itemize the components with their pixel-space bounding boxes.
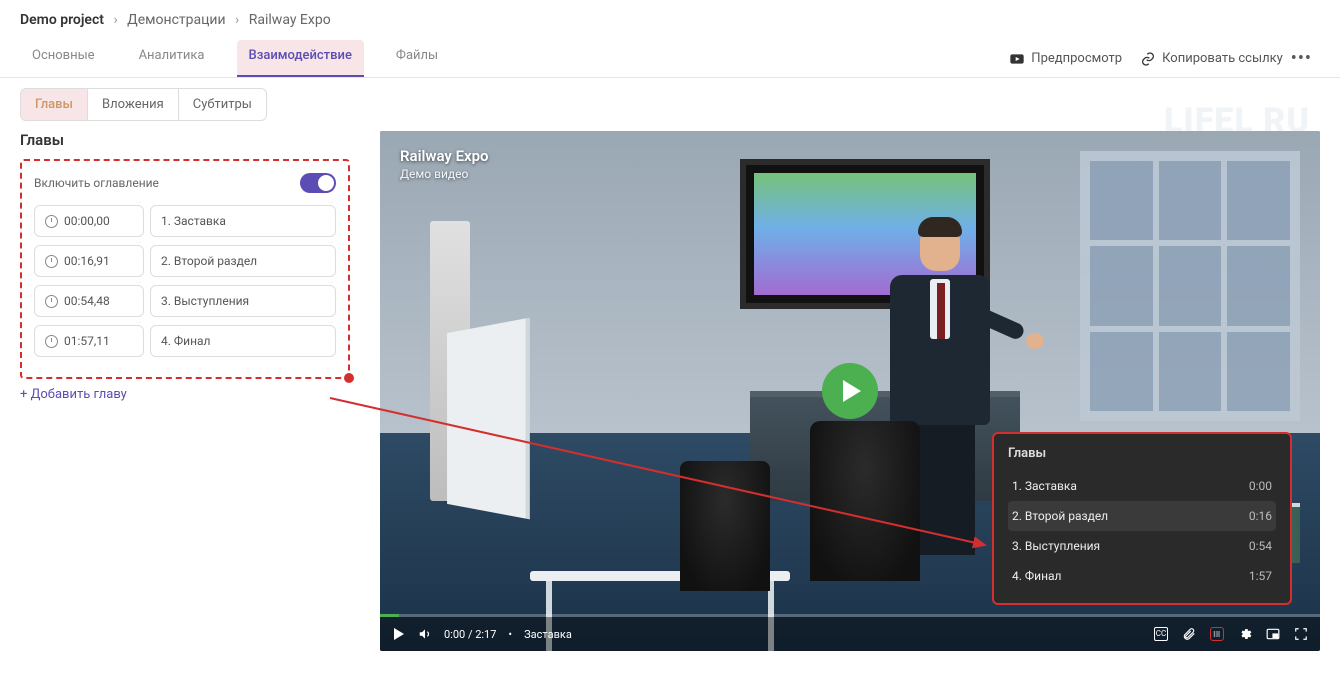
subtab-attachments[interactable]: Вложения [87, 89, 178, 120]
clock-icon [45, 215, 58, 228]
time-display: 0:00 / 2:17 [444, 628, 496, 641]
tab-analytics[interactable]: Аналитика [127, 40, 217, 77]
subtab-subtitles[interactable]: Субтитры [178, 89, 266, 120]
chapter-time-input[interactable]: 00:16,91 [34, 245, 144, 277]
chapter-name-input[interactable]: 3. Выступления [150, 285, 336, 317]
toc-toggle-label: Включить оглавление [34, 176, 159, 190]
toc-toggle-row: Включить оглавление [34, 173, 336, 193]
chapter-time-input[interactable]: 00:00,00 [34, 205, 144, 237]
copy-link-label: Копировать ссылку [1162, 51, 1283, 66]
breadcrumb-folder[interactable]: Демонстрации [127, 12, 225, 28]
chapter-time-input[interactable]: 01:57,11 [34, 325, 144, 357]
copy-link-action[interactable]: Копировать ссылку [1140, 51, 1283, 67]
chapters-panel-highlight: Включить оглавление 00:00,00 1. Заставка… [20, 159, 350, 379]
chapter-separator: • [508, 628, 512, 641]
current-chapter-label: Заставка [524, 628, 572, 641]
attachment-icon[interactable] [1182, 627, 1196, 641]
breadcrumb-sep: › [113, 12, 117, 28]
popup-chapter-item[interactable]: 1. Заставка0:00 [1008, 471, 1276, 501]
top-row: Основные Аналитика Взаимодействие Файлы … [20, 40, 1320, 77]
player-controls: 0:00 / 2:17 • Заставка CC [380, 617, 1320, 651]
chapter-name-input[interactable]: 1. Заставка [150, 205, 336, 237]
captions-icon[interactable]: CC [1154, 627, 1168, 641]
chapter-row: 01:57,11 4. Финал [34, 325, 336, 357]
chapter-name-input[interactable]: 2. Второй раздел [150, 245, 336, 277]
tab-interaction[interactable]: Взаимодействие [237, 40, 364, 77]
chapter-row: 00:00,00 1. Заставка [34, 205, 336, 237]
clock-icon [45, 295, 58, 308]
toc-toggle[interactable] [300, 173, 336, 193]
main-content: Главы Включить оглавление 00:00,00 1. За… [0, 131, 1340, 671]
subtabs-row: Главы Вложения Субтитры [0, 78, 1340, 131]
main-tabs: Основные Аналитика Взаимодействие Файлы [20, 40, 450, 77]
subtab-chapters[interactable]: Главы [21, 89, 87, 120]
preview-label: Предпросмотр [1031, 51, 1122, 66]
youtube-icon [1009, 51, 1025, 67]
popup-chapter-item[interactable]: 4. Финал1:57 [1008, 561, 1276, 591]
player-area: LIFEL RU Railway Expo Демо видео Гла [380, 131, 1320, 651]
chapter-time-input[interactable]: 00:54,48 [34, 285, 144, 317]
add-chapter-link[interactable]: + Добавить главу [20, 387, 127, 402]
sidebar: Главы Включить оглавление 00:00,00 1. За… [20, 131, 350, 651]
tab-main[interactable]: Основные [20, 40, 107, 77]
subtabs: Главы Вложения Субтитры [20, 88, 267, 121]
link-icon [1140, 51, 1156, 67]
video-subtitle: Демо видео [400, 167, 489, 181]
clock-icon [45, 255, 58, 268]
header: Demo project › Демонстрации › Railway Ex… [0, 0, 1340, 78]
tab-files[interactable]: Файлы [384, 40, 450, 77]
volume-icon[interactable] [418, 627, 432, 641]
chapters-heading: Главы [20, 131, 350, 149]
chapters-popup: Главы 1. Заставка0:00 2. Второй раздел0:… [992, 432, 1292, 605]
chapters-list-icon[interactable] [1210, 627, 1224, 641]
popup-chapter-item[interactable]: 2. Второй раздел0:16 [1008, 501, 1276, 531]
settings-icon[interactable] [1238, 627, 1252, 641]
clock-icon [45, 335, 58, 348]
play-icon[interactable] [392, 627, 406, 641]
popup-chapter-item[interactable]: 3. Выступления0:54 [1008, 531, 1276, 561]
pip-icon[interactable] [1266, 627, 1280, 641]
video-title: Railway Expo [400, 147, 489, 165]
play-button[interactable] [822, 363, 878, 419]
video-player[interactable]: Railway Expo Демо видео Главы 1. Заставк… [380, 131, 1320, 651]
annotation-dot [344, 373, 354, 383]
breadcrumb-current: Railway Expo [249, 12, 331, 28]
chapter-name-input[interactable]: 4. Финал [150, 325, 336, 357]
breadcrumb-sep: › [235, 12, 239, 28]
popup-heading: Главы [1008, 446, 1276, 461]
more-menu[interactable]: ••• [1283, 48, 1320, 69]
chapter-row: 00:54,48 3. Выступления [34, 285, 336, 317]
chapter-row: 00:16,91 2. Второй раздел [34, 245, 336, 277]
fullscreen-icon[interactable] [1294, 627, 1308, 641]
breadcrumb: Demo project › Демонстрации › Railway Ex… [20, 12, 1320, 28]
video-title-overlay: Railway Expo Демо видео [400, 147, 489, 181]
preview-action[interactable]: Предпросмотр [1009, 51, 1122, 67]
breadcrumb-root[interactable]: Demo project [20, 12, 104, 28]
